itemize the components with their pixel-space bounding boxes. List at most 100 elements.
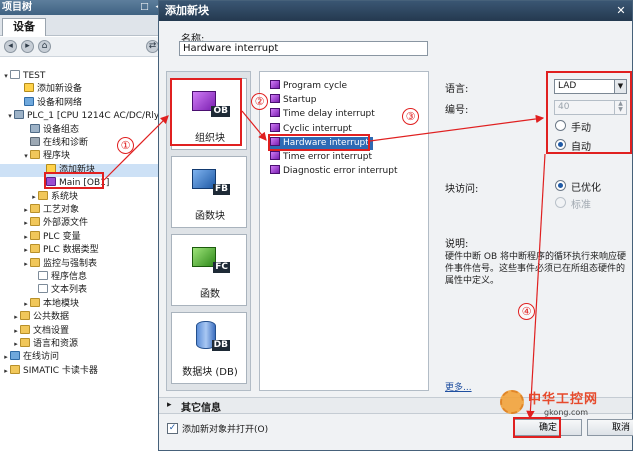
optimized-radio-label: 已优化 (571, 183, 601, 194)
watermark-url: gkong.com (544, 408, 589, 417)
tree-item-label: SIMATIC 卡读卡器 (23, 365, 98, 376)
expand-toggle-icon[interactable]: ▸ (12, 325, 20, 338)
expand-toggle-icon[interactable]: ▸ (22, 258, 30, 271)
add-and-open-checkbox[interactable]: ✓ (167, 423, 178, 434)
expand-toggle-icon[interactable]: ▸ (22, 244, 30, 257)
gear-icon (500, 390, 524, 414)
folder-icon (30, 204, 40, 213)
expand-toggle-icon[interactable]: ▸ (30, 191, 38, 204)
tree-item-label: 语言和资源 (33, 339, 79, 349)
expand-toggle-icon[interactable]: ▸ (22, 231, 30, 244)
gear-icon (30, 137, 40, 146)
event-item[interactable]: Startup (270, 94, 316, 107)
tree-item-label: 程序块 (43, 151, 71, 162)
standard-radio-label: 标准 (571, 200, 591, 211)
block-type-fc[interactable]: FC 函数 (171, 234, 247, 306)
event-item-label: Diagnostic error interrupt (283, 166, 398, 177)
expand-toggle-icon[interactable]: ▾ (22, 150, 30, 163)
more-info-label: 其它信息 (181, 403, 221, 414)
expand-toggle-icon[interactable]: ▸ (22, 217, 30, 230)
tree-toolbar: ◂ ▸ ⌂ ⇄ (0, 37, 165, 57)
event-item[interactable]: Time error interrupt (270, 151, 372, 164)
tree-item[interactable]: ▸ PLC 变量 (0, 230, 165, 244)
tree-item-label: 在线和诊断 (43, 138, 89, 148)
tree-item[interactable]: ▸ 文档设置 (0, 324, 165, 338)
event-item[interactable]: Time delay interrupt (270, 108, 375, 121)
expand-toggle-icon[interactable]: ▾ (2, 70, 10, 83)
tree-item[interactable]: 设备组态 (0, 123, 165, 137)
tree-item-label: 在线访问 (23, 352, 60, 363)
block-type-db[interactable]: DB 数据块 (DB) (171, 312, 247, 384)
folder-icon (30, 230, 40, 240)
net-icon (10, 351, 20, 361)
event-item[interactable]: Program cycle (270, 80, 347, 93)
tree-item[interactable]: ▾ TEST (0, 70, 165, 83)
tab-devices[interactable]: 设备 (2, 18, 46, 36)
expand-toggle-icon[interactable]: ▸ (12, 311, 20, 324)
description-label: 说明: (445, 239, 469, 250)
ob-icon (270, 122, 280, 132)
step-marker-1: ① (117, 137, 134, 154)
ob-icon (270, 94, 280, 104)
tree-item[interactable]: ▸ 系统块 (0, 190, 165, 204)
tree-item-label: PLC 数据类型 (43, 245, 99, 256)
expand-toggle-icon[interactable]: ▸ (22, 298, 30, 311)
expand-toggle-icon[interactable]: ▸ (12, 338, 20, 351)
fc-block-icon: FC (190, 243, 230, 273)
close-icon[interactable]: ✕ (614, 4, 628, 18)
tree-item-label: 公共数据 (33, 312, 70, 323)
optimized-radio[interactable] (555, 180, 566, 191)
tree-item[interactable]: 在线和诊断 (0, 137, 165, 150)
expand-toggle-icon[interactable]: ▸ (22, 204, 30, 217)
expand-toggle-icon[interactable]: ▸ (2, 351, 10, 364)
tree-item[interactable]: ▾ 程序块 (0, 150, 165, 163)
tree-item[interactable]: ▸ SIMATIC 卡读卡器 (0, 364, 165, 378)
doc-icon (10, 70, 20, 79)
event-item-label: Cyclic interrupt (283, 123, 352, 134)
tree-item-label: 添加新设备 (37, 84, 83, 95)
tree-item[interactable]: ▸ 本地模块 (0, 297, 165, 311)
tree-item[interactable]: ▸ 在线访问 (0, 351, 165, 364)
block-type-tag: DB (211, 340, 230, 351)
block-type-label: 数据块 (DB) (182, 367, 238, 378)
watermark: 中华工控网 gkong.com (500, 384, 630, 424)
tree-item[interactable]: ▸ 外部源文件 (0, 217, 165, 230)
block-type-fb[interactable]: FB 函数块 (171, 156, 247, 228)
tree-item-label: 设备和网络 (37, 97, 83, 108)
folder-icon (38, 190, 48, 200)
doc-icon (38, 284, 48, 294)
hardware-interrupt-highlight-box (268, 134, 370, 151)
tree-item[interactable]: 设备和网络 (0, 96, 165, 110)
block-type-tag: FB (212, 184, 230, 195)
block-name-input[interactable] (179, 41, 428, 56)
tree-item[interactable]: ▸ 监控与强制表 (0, 257, 165, 271)
event-item[interactable]: Diagnostic error interrupt (270, 165, 398, 178)
tree-item-label: 文档设置 (33, 325, 70, 336)
device-tabbar: 设备 (0, 15, 165, 36)
forward-icon[interactable]: ▸ (21, 40, 34, 53)
project-tree-header: 项目树 □ ◂ (0, 0, 165, 15)
tree-item[interactable]: ▸ 工艺对象 (0, 204, 165, 217)
tree-item[interactable]: ▸ 语言和资源 (0, 338, 165, 351)
more-link[interactable]: 更多... (445, 380, 472, 393)
expand-toggle-icon[interactable]: ▸ (2, 365, 10, 378)
ob-highlight-box (170, 78, 242, 146)
ob-icon (270, 151, 280, 160)
folder-icon (30, 244, 40, 254)
tree-item[interactable]: 文本列表 (0, 284, 165, 297)
tree-item[interactable]: 程序信息 (0, 271, 165, 284)
tree-item[interactable]: ▸ 公共数据 (0, 311, 165, 324)
expand-toggle-icon[interactable]: ▾ (6, 110, 14, 123)
tree-item[interactable]: ▸ PLC 数据类型 (0, 244, 165, 257)
dialog-title: 添加新块 (165, 4, 209, 17)
home-icon[interactable]: ⌂ (38, 40, 51, 53)
language-label: 语言: (445, 84, 469, 95)
folder-icon (30, 297, 40, 307)
tree-item[interactable]: ▾ PLC_1 [CPU 1214C AC/DC/Rly] (0, 110, 165, 123)
add-icon (24, 83, 34, 93)
expand-icon[interactable]: ▸ (167, 400, 172, 410)
tree-item[interactable]: 添加新设备 (0, 83, 165, 96)
block-access-label: 块访问: (445, 184, 479, 195)
dialog-titlebar: 添加新块 ✕ (159, 1, 632, 21)
back-icon[interactable]: ◂ (4, 40, 17, 53)
